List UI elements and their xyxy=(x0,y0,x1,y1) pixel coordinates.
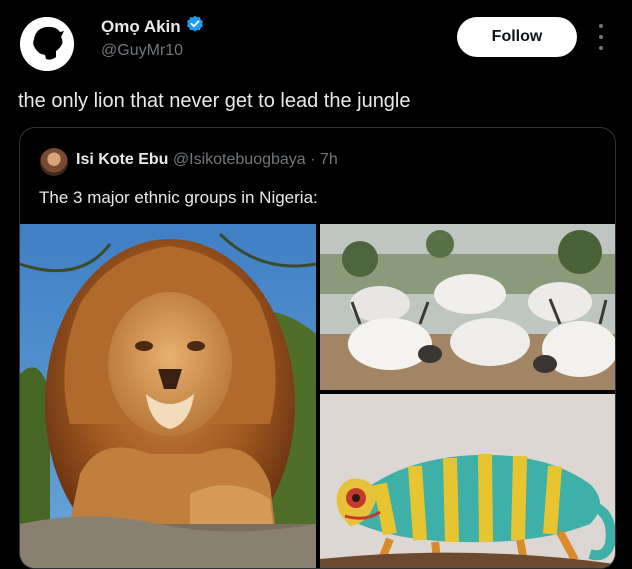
author-handle[interactable]: @GuyMr10 xyxy=(101,42,183,60)
quoted-text: The 3 major ethnic groups in Nigeria: xyxy=(39,188,318,207)
quoted-header: Isi Kote Ebu @Isikotebuogbaya · 7h xyxy=(76,151,338,169)
chameleon-image[interactable] xyxy=(320,394,615,568)
quoted-display-name[interactable]: Isi Kote Ebu xyxy=(76,151,168,168)
silhouette-avatar-icon xyxy=(20,17,74,71)
media-grid xyxy=(20,224,615,568)
quoted-tweet[interactable]: Isi Kote Ebu @Isikotebuogbaya · 7h The 3… xyxy=(19,127,616,569)
quoted-timestamp[interactable]: 7h xyxy=(320,151,338,168)
quoted-author-avatar[interactable] xyxy=(40,148,68,176)
author-name-row: Ọmọ Akin xyxy=(101,15,204,38)
follow-button[interactable]: Follow xyxy=(457,17,577,57)
author-avatar[interactable] xyxy=(20,17,74,71)
author-display-name[interactable]: Ọmọ Akin xyxy=(101,17,181,37)
lion-image[interactable] xyxy=(20,224,316,568)
quoted-separator: · xyxy=(310,151,316,168)
tweet-text: the only lion that never get to lead the… xyxy=(18,90,411,112)
cattle-image[interactable] xyxy=(320,224,615,390)
verified-badge-icon xyxy=(186,15,204,38)
more-vertical-icon[interactable] xyxy=(593,24,609,50)
quoted-handle[interactable]: @Isikotebuogbaya xyxy=(173,151,306,168)
